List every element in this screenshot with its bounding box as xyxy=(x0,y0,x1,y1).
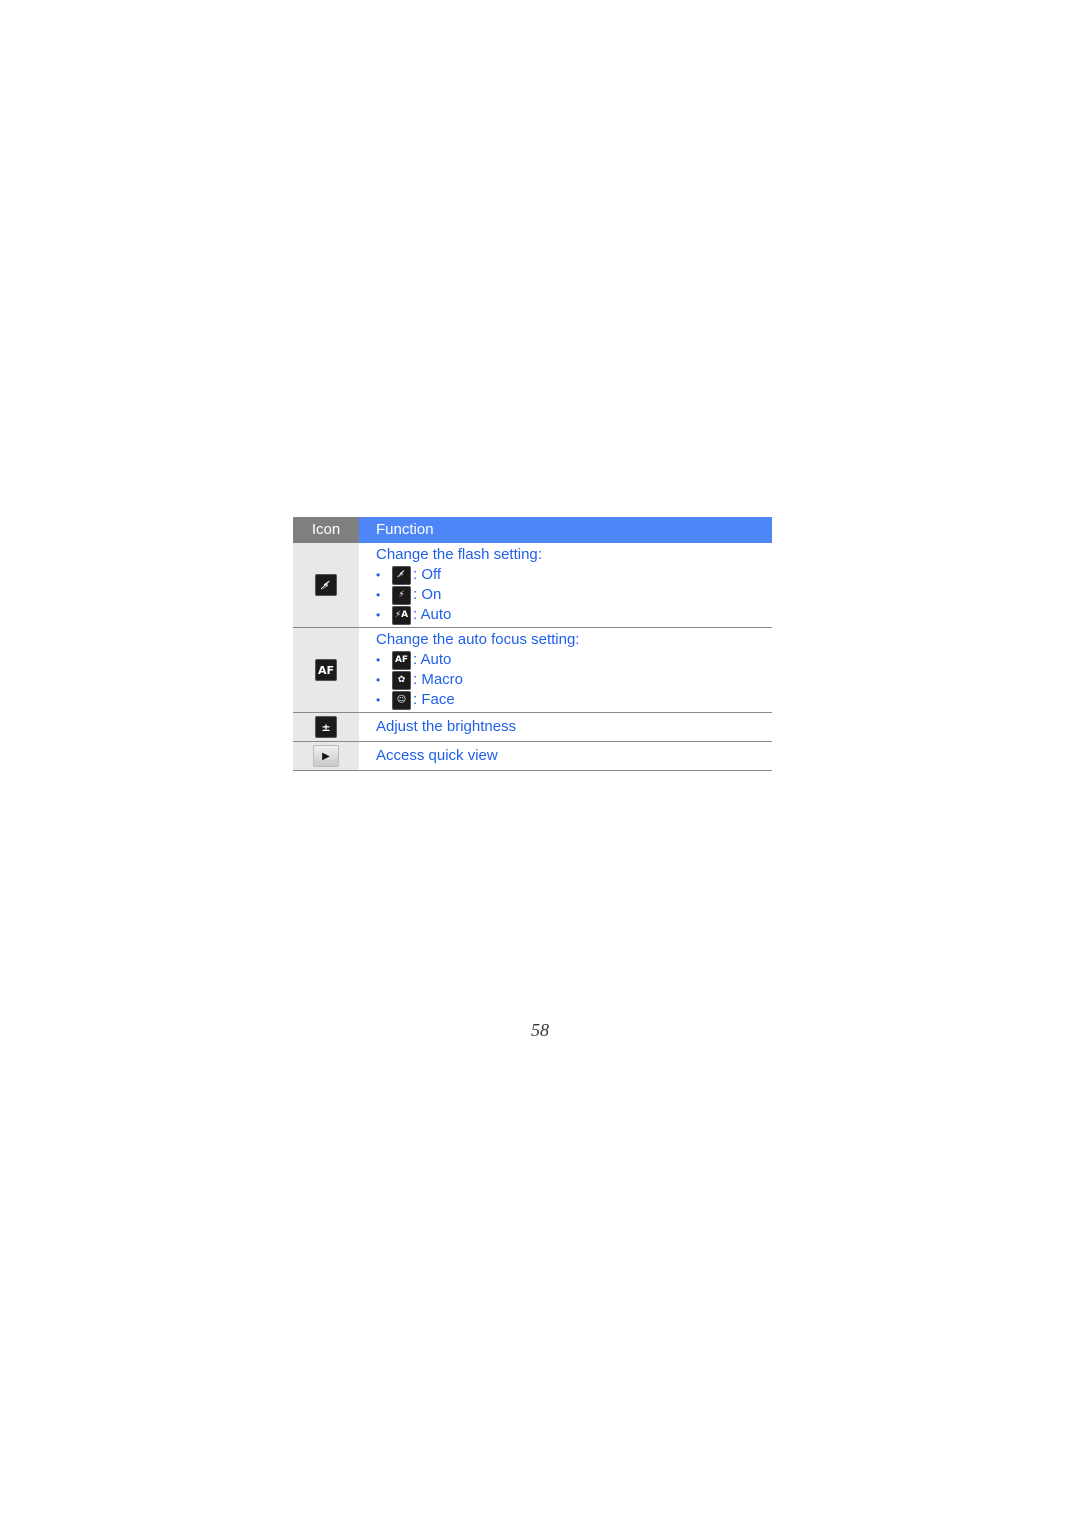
macro-icon: ✿ xyxy=(392,670,411,690)
icon-function-table: Icon Function ⚡̸ Change the flash settin… xyxy=(293,517,772,771)
play-icon: ▶ xyxy=(313,745,339,767)
page-number: 58 xyxy=(531,1020,549,1040)
table-row: AF Change the auto focus setting: • AF: A… xyxy=(293,628,772,713)
table-row: ± Adjust the brightness xyxy=(293,713,772,742)
auto-focus-icon: AF xyxy=(315,659,337,681)
list-item: • ☺: Face xyxy=(376,690,455,710)
table-header: Icon Function xyxy=(293,517,772,543)
flash-off-icon: ⚡̸ xyxy=(392,565,411,585)
list-item: • ✿: Macro xyxy=(376,670,464,690)
header-function: Function xyxy=(359,517,772,543)
header-icon: Icon xyxy=(293,517,359,543)
row-title: Adjust the brightness xyxy=(376,718,517,735)
flash-on-icon: ⚡ xyxy=(392,585,411,605)
brightness-icon: ± xyxy=(315,716,337,738)
row-title: Change the auto focus setting: xyxy=(376,631,580,648)
list-item: • ⚡̸: Off xyxy=(376,565,442,585)
list-item: • ⚡: On xyxy=(376,585,442,605)
table-row: ▶ Access quick view xyxy=(293,742,772,771)
face-detect-icon: ☺ xyxy=(392,690,411,710)
row-title: Change the flash setting: xyxy=(376,546,542,563)
flash-auto-icon: ⚡A xyxy=(392,605,411,625)
list-item: • ⚡A: Auto xyxy=(376,605,452,625)
list-item: • AF: Auto xyxy=(376,650,452,670)
row-title: Access quick view xyxy=(376,747,498,764)
flash-off-icon: ⚡̸ xyxy=(315,574,337,596)
table-row: ⚡̸ Change the flash setting: • ⚡̸: Off • ⚡… xyxy=(293,543,772,628)
auto-focus-icon: AF xyxy=(392,650,411,670)
